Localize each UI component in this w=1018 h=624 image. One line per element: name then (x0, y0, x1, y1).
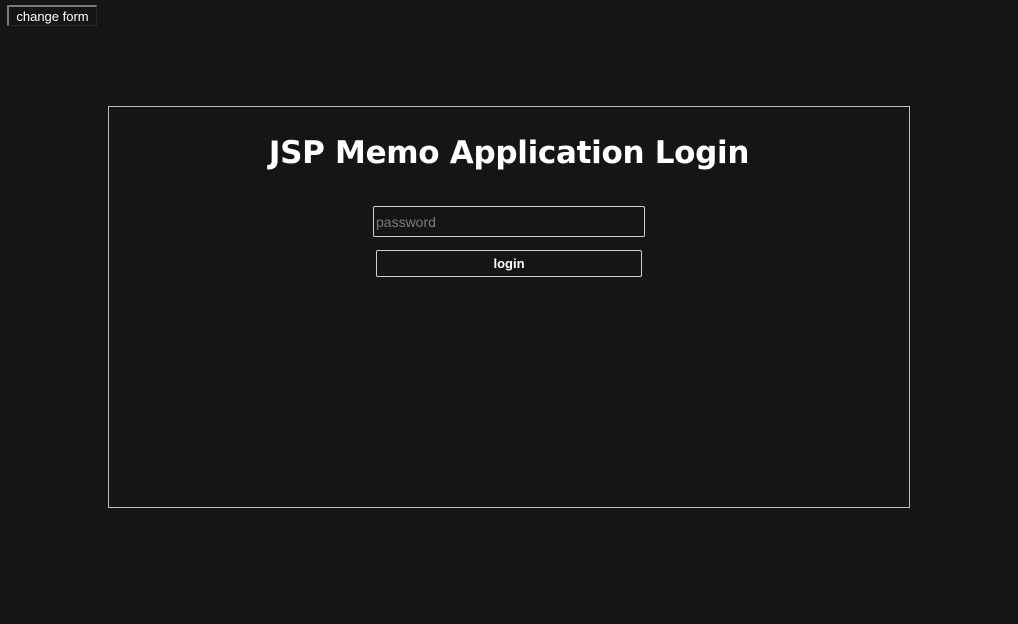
login-button[interactable]: login (376, 250, 642, 277)
change-form-button[interactable]: change form (7, 5, 97, 26)
login-panel: JSP Memo Application Login login (108, 106, 910, 508)
password-input[interactable] (373, 206, 645, 237)
page-title: JSP Memo Application Login (268, 135, 750, 171)
